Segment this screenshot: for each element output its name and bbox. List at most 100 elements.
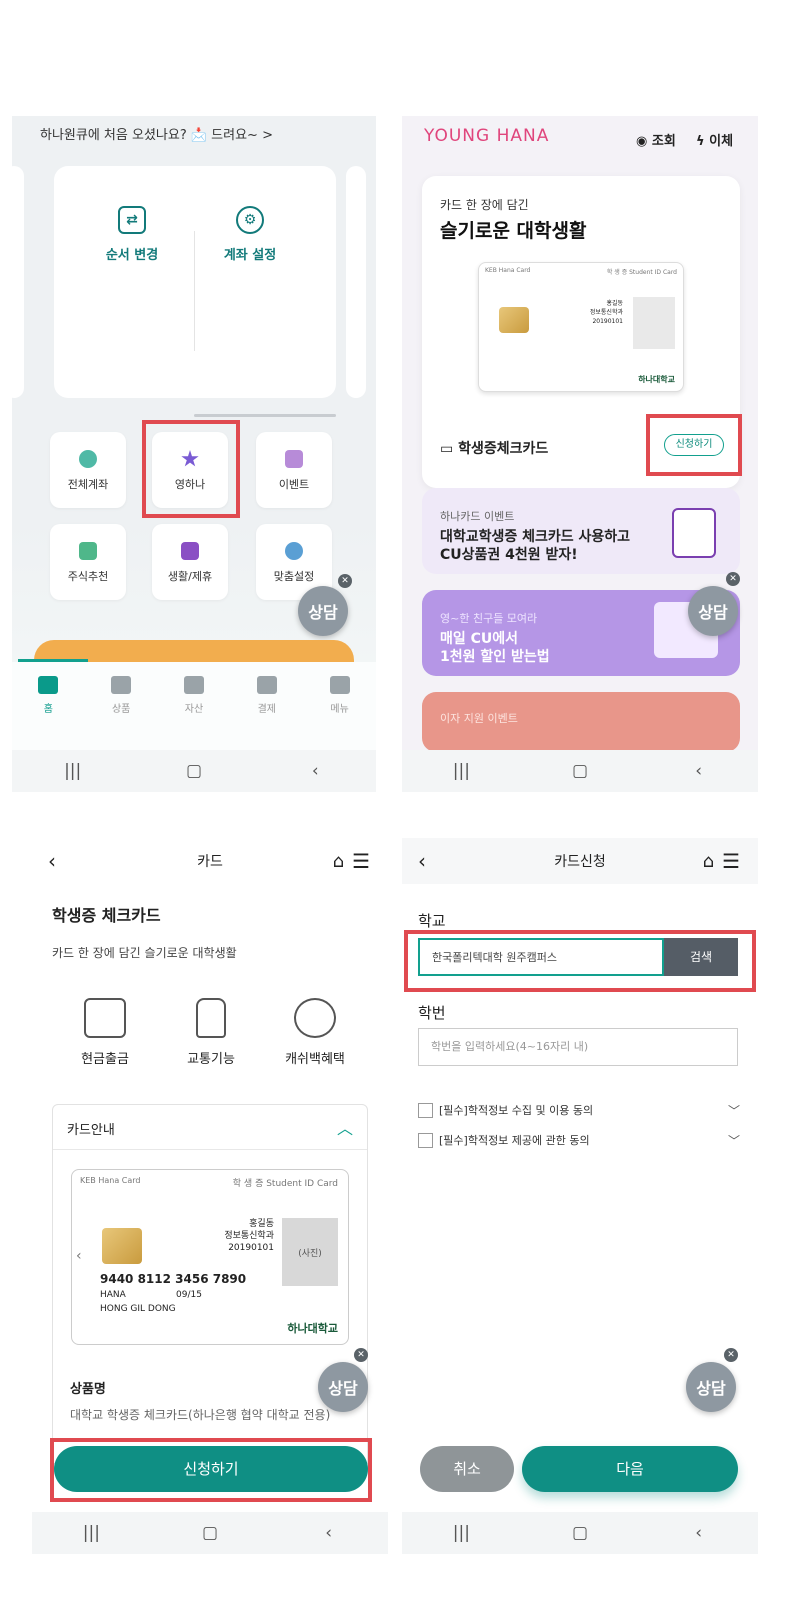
close-icon[interactable]: ✕ <box>724 1348 738 1362</box>
chevron-down-icon[interactable]: ﹀ <box>728 1102 740 1119</box>
young-hana-screen: YOUNG HANA ◉ 조회 ϟ 이체 카드 한 장에 담긴 슬기로운 대학생… <box>402 116 758 792</box>
apply-button[interactable]: 신청하기 <box>664 434 724 456</box>
home-icon[interactable]: ⌂ <box>333 851 344 872</box>
agree-label: [필수]학적정보 수집 및 이용 동의 <box>439 1104 594 1117</box>
tab-assets[interactable]: 자산 <box>171 676 217 750</box>
card-brand: KEB Hana Card <box>80 1176 141 1185</box>
accordion-title[interactable]: 카드안내 <box>67 1119 115 1138</box>
card-dept: 정보통신학과 <box>224 1231 274 1241</box>
consult-button[interactable]: 상담 <box>318 1362 368 1412</box>
recent-apps-icon[interactable]: ||| <box>431 761 491 781</box>
close-icon[interactable]: ✕ <box>726 572 740 586</box>
back-nav-icon[interactable]: ‹ <box>285 761 345 781</box>
recent-apps-icon[interactable]: ||| <box>431 1523 491 1543</box>
consult-button[interactable]: 상담 <box>686 1362 736 1412</box>
tab-menu[interactable]: 메뉴 <box>317 676 363 750</box>
checkbox[interactable] <box>418 1102 433 1118</box>
banner-line1: 대학교학생증 체크카드 사용하고 <box>440 529 631 545</box>
card-id: 20190101 <box>592 318 623 325</box>
card-dept: 정보통신학과 <box>589 309 623 316</box>
account-settings-label: 계좌 설정 <box>223 248 277 263</box>
system-nav-bar: ||| ▢ ‹ <box>12 750 376 792</box>
menu-icon <box>329 676 350 694</box>
system-nav-bar: ||| ▢ ‹ <box>402 750 758 792</box>
consult-button[interactable]: 상담 <box>298 586 348 636</box>
card-expiry: 09/15 <box>176 1290 202 1300</box>
feature-transit: 교통기능 <box>166 998 256 1067</box>
back-icon[interactable]: ‹ <box>418 849 426 873</box>
tab-label: 결제 <box>257 704 276 715</box>
menu-icon[interactable]: ☰ <box>722 849 740 873</box>
asset-icon <box>183 676 204 694</box>
student-card-hero[interactable]: 카드 한 장에 담긴 슬기로운 대학생활 KEB Hana Card 학 생 증… <box>422 176 740 488</box>
page-title: 카드 <box>197 854 223 870</box>
tab-home[interactable]: 홈 <box>25 676 71 750</box>
back-nav-icon[interactable]: ‹ <box>669 761 729 781</box>
recent-apps-icon[interactable]: ||| <box>43 761 103 781</box>
inquiry-button[interactable]: ◉ 조회 <box>636 130 676 149</box>
tile-event[interactable]: 이벤트 <box>256 432 332 508</box>
agree-collect-checkbox[interactable]: [필수]학적정보 수집 및 이용 동의 <box>418 1102 593 1118</box>
search-button[interactable]: 검색 <box>664 938 738 976</box>
product-description: 카드 한 장에 담긴 슬기로운 대학생활 <box>52 946 237 960</box>
transfer-button[interactable]: ϟ 이체 <box>696 130 733 149</box>
card-type: 학 생 증 Student ID Card <box>606 269 677 276</box>
system-nav-bar: ||| ▢ ‹ <box>32 1512 388 1554</box>
prev-card-peek[interactable] <box>12 166 24 398</box>
cu-coupon-icon <box>672 508 716 558</box>
product-label: 학생증체크카드 <box>458 441 549 457</box>
card-type: 학 생 증 Student ID Card <box>232 1179 338 1189</box>
chevron-left-icon[interactable]: ‹ <box>76 1248 82 1264</box>
next-card-peek[interactable] <box>346 166 366 398</box>
chevron-down-icon[interactable]: ﹀ <box>728 1132 740 1149</box>
consult-button[interactable]: 상담 <box>688 586 738 636</box>
home-nav-icon[interactable]: ▢ <box>550 761 610 781</box>
menu-icon[interactable]: ☰ <box>352 849 370 873</box>
back-nav-icon[interactable]: ‹ <box>299 1523 359 1543</box>
home-nav-icon[interactable]: ▢ <box>180 1523 240 1543</box>
page-title: 카드신청 <box>554 854 606 870</box>
inquiry-icon: ◉ <box>636 134 652 149</box>
header: ‹ 카드신청 ⌂ ☰ <box>402 838 758 884</box>
reorder-button[interactable]: ⇄ 순서 변경 <box>72 206 192 263</box>
recent-apps-icon[interactable]: ||| <box>61 1523 121 1543</box>
system-nav-bar: ||| ▢ ‹ <box>402 1512 758 1554</box>
tab-payment[interactable]: 결제 <box>244 676 290 750</box>
checkbox[interactable] <box>418 1132 433 1148</box>
apply-button[interactable]: 신청하기 <box>54 1446 368 1492</box>
tile-label: 전체계좌 <box>67 478 109 491</box>
chip-icon <box>102 1228 142 1264</box>
hero-subtitle: 카드 한 장에 담긴 <box>440 198 529 212</box>
student-id-input[interactable]: 학번을 입력하세요(4~16자리 내) <box>418 1028 738 1066</box>
card-bank: HANA <box>100 1290 126 1300</box>
next-button[interactable]: 다음 <box>522 1446 738 1492</box>
tile-stock-recommend[interactable]: 주식추천 <box>50 524 126 600</box>
home-icon[interactable]: ⌂ <box>703 851 714 872</box>
person-icon <box>79 450 97 468</box>
university-logo: 하나대학교 <box>638 375 675 384</box>
banner-cu-event[interactable]: 하나카드 이벤트 대학교학생증 체크카드 사용하고 CU상품권 4천원 받자! <box>422 488 740 574</box>
back-nav-icon[interactable]: ‹ <box>669 1523 729 1543</box>
school-input[interactable]: 한국폴리텍대학 원주캠퍼스 <box>418 938 664 976</box>
tile-life-partner[interactable]: 생활/제휴 <box>152 524 228 600</box>
tab-products[interactable]: 상품 <box>98 676 144 750</box>
first-visit-notice[interactable]: 하나원큐에 처음 오셨나요? 📩 드려요~ > <box>40 124 273 143</box>
agree-provide-checkbox[interactable]: [필수]학적정보 제공에 관한 동의 <box>418 1132 590 1148</box>
home-nav-icon[interactable]: ▢ <box>164 761 224 781</box>
banner-eyebrow: 영~한 친구들 모여라 <box>440 612 538 625</box>
banner-interest-event[interactable]: 이자 지원 이벤트 <box>422 692 740 752</box>
close-icon[interactable]: ✕ <box>338 574 352 588</box>
tab-label: 메뉴 <box>330 704 349 715</box>
cancel-button[interactable]: 취소 <box>420 1446 514 1492</box>
chevron-up-icon[interactable]: ︿ <box>337 1115 353 1139</box>
star-icon <box>181 450 199 467</box>
tile-all-accounts[interactable]: 전체계좌 <box>50 432 126 508</box>
back-icon[interactable]: ‹ <box>48 849 56 873</box>
header: ‹ 카드 ⌂ ☰ <box>32 838 388 884</box>
close-icon[interactable]: ✕ <box>354 1348 368 1362</box>
account-settings-button[interactable]: ⚙ 계좌 설정 <box>190 206 310 263</box>
tile-young-hana[interactable]: 영하나 <box>152 432 228 508</box>
card-icon <box>256 676 277 694</box>
home-nav-icon[interactable]: ▢ <box>550 1523 610 1543</box>
lightning-icon: ϟ <box>696 134 710 149</box>
